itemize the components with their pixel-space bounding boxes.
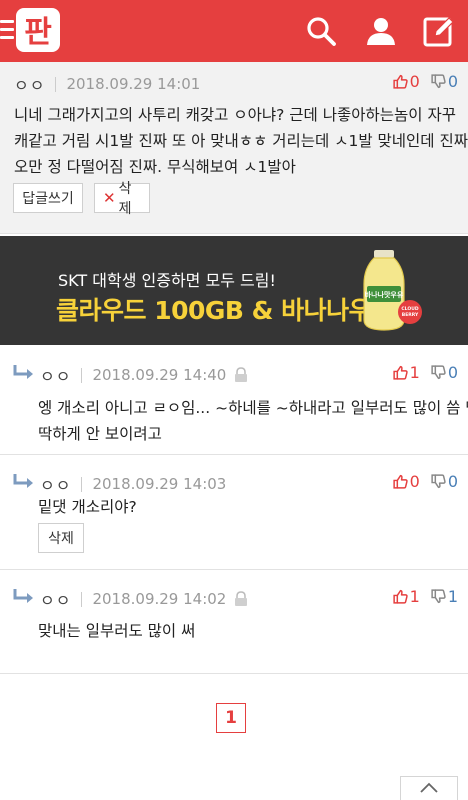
- reply-item: ㅇㅇ 2018.09.29 14:02 1 1 맞내는 일부러도 많이 써: [0, 571, 468, 674]
- like-count: 1: [409, 587, 420, 606]
- dislike-count: 0: [447, 472, 458, 491]
- thumbs-down-icon: [430, 588, 447, 605]
- divider: [55, 76, 57, 92]
- reply-date: 2018.09.29 14:02: [92, 590, 227, 608]
- svg-text:CLOUD: CLOUD: [401, 306, 418, 312]
- like-button[interactable]: 1: [392, 587, 420, 606]
- user-icon[interactable]: [364, 14, 398, 48]
- reply-author: ㅇㅇ: [40, 367, 72, 386]
- vote-group: 0 0: [392, 72, 458, 91]
- logo-text: 판: [24, 15, 52, 50]
- delete-button[interactable]: ✕ 삭제: [94, 181, 150, 217]
- dislike-button[interactable]: 1: [430, 587, 458, 606]
- comment-body: 니네 그래가지고의 사투리 캐갖고 ㅇ아냐? 근데 나좋아하는놈이 자꾸 캐같고…: [14, 102, 468, 180]
- reply-date: 2018.09.29 14:40: [92, 366, 227, 384]
- chevron-up-icon: [420, 782, 438, 793]
- comment-date: 2018.09.29 14:01: [66, 75, 201, 93]
- vote-group: 1 0: [392, 363, 458, 382]
- reply-arrow-icon: [13, 589, 33, 603]
- reply-meta: ㅇㅇ 2018.09.29 14:40: [40, 365, 248, 386]
- reply-button-label: 답글쓰기: [22, 191, 74, 207]
- lock-icon: [235, 591, 248, 606]
- comment-main: ㅇㅇ 2018.09.29 14:01 0 0 니네 그래가지고의 사투리 캐갖…: [0, 62, 468, 234]
- dislike-count: 0: [447, 363, 458, 382]
- dislike-count: 0: [447, 72, 458, 91]
- reply-item: ㅇㅇ 2018.09.29 14:03 0 0 밑댓 개소리야? 삭제: [0, 456, 468, 570]
- reply-line: 밑댓 개소리야?: [38, 498, 137, 516]
- reply-arrow-icon: [13, 474, 33, 488]
- reply-body: 밑댓 개소리야?: [38, 494, 137, 520]
- like-count: 1: [409, 363, 420, 382]
- comment-line: 캐같고 거림 시1발 진짜 또 아 맞내ㅎㅎ 거리는데 ㅅ1발 맞네인데 진짜: [14, 132, 468, 150]
- thumbs-up-icon: [392, 364, 409, 381]
- search-icon[interactable]: [304, 14, 338, 48]
- reply-meta: ㅇㅇ 2018.09.29 14:02: [40, 589, 248, 610]
- write-icon[interactable]: [422, 14, 456, 48]
- reply-body: 맞내는 일부러도 많이 써: [38, 618, 195, 644]
- svg-text:BERRY: BERRY: [402, 312, 419, 318]
- scroll-top-button[interactable]: [400, 776, 458, 800]
- delete-button-label: 삭제: [48, 531, 74, 547]
- reply-line: 엥 개소리 아니고 ㄹㅇ임... ~하네를 ~하내라고 일부러도 많이 씀 딱: [38, 399, 468, 417]
- reply-date: 2018.09.29 14:03: [92, 475, 227, 493]
- delete-button-label: 삭제: [118, 181, 132, 217]
- divider: [81, 476, 83, 492]
- dislike-button[interactable]: 0: [430, 72, 458, 91]
- reply-line: 맞내는 일부러도 많이 써: [38, 622, 196, 640]
- reply-author: ㅇㅇ: [40, 476, 72, 495]
- page-1-button[interactable]: 1: [216, 703, 246, 733]
- reply-meta: ㅇㅇ 2018.09.29 14:03: [40, 474, 227, 495]
- thumbs-down-icon: [430, 364, 447, 381]
- thumbs-up-icon: [392, 473, 409, 490]
- vote-group: 1 1: [392, 587, 458, 606]
- reply-body: 엥 개소리 아니고 ㄹㅇ임... ~하네를 ~하내라고 일부러도 많이 씀 딱 …: [38, 395, 468, 447]
- banner-headline: SKT 대학생 인증하면 모두 드림!: [58, 271, 276, 290]
- thumbs-down-icon: [430, 473, 447, 490]
- dislike-button[interactable]: 0: [430, 472, 458, 491]
- banana-milk-image: 바나나맛우유 CLOUD BERRY: [363, 250, 422, 331]
- like-button[interactable]: 1: [392, 363, 420, 382]
- comment-line: 오만 정 다떨어짐 진짜. 무식해보여 ㅅ1발아: [14, 158, 296, 176]
- reply-item: ㅇㅇ 2018.09.29 14:40 1 0 엥 개소리 아니고 ㄹㅇ임...…: [0, 347, 468, 455]
- like-button[interactable]: 0: [392, 72, 420, 91]
- page-number: 1: [225, 708, 237, 728]
- thumbs-down-icon: [430, 73, 447, 90]
- like-count: 0: [409, 472, 420, 491]
- vote-group: 0 0: [392, 472, 458, 491]
- reply-arrow-icon: [13, 365, 33, 379]
- dislike-count: 1: [447, 587, 458, 606]
- delete-button[interactable]: 삭제: [38, 523, 84, 553]
- comment-meta: ㅇㅇ 2018.09.29 14:01: [14, 74, 201, 95]
- close-icon: ✕: [103, 189, 116, 207]
- thumbs-up-icon: [392, 73, 409, 90]
- product-label: 바나나맛우유: [365, 290, 404, 299]
- divider: [81, 591, 83, 607]
- app-header: 판: [0, 0, 468, 62]
- thumbs-up-icon: [392, 588, 409, 605]
- banner-title: 클라우드 100GB & 바나나우유: [56, 296, 394, 325]
- menu-icon[interactable]: [0, 20, 14, 42]
- comment-author: ㅇㅇ: [14, 76, 46, 95]
- reply-button[interactable]: 답글쓰기: [13, 183, 83, 213]
- comment-line: 니네 그래가지고의 사투리 캐갖고 ㅇ아냐? 근데 나좋아하는놈이 자꾸: [14, 106, 456, 124]
- dislike-button[interactable]: 0: [430, 363, 458, 382]
- divider: [81, 367, 83, 383]
- lock-icon: [235, 367, 248, 382]
- like-button[interactable]: 0: [392, 472, 420, 491]
- pann-logo[interactable]: 판: [14, 6, 62, 54]
- reply-author: ㅇㅇ: [40, 591, 72, 610]
- like-count: 0: [409, 72, 420, 91]
- reply-line: 딱하게 안 보이려고: [38, 425, 162, 443]
- ad-banner[interactable]: SKT 대학생 인증하면 모두 드림! 클라우드 100GB & 바나나우유 바…: [0, 236, 468, 345]
